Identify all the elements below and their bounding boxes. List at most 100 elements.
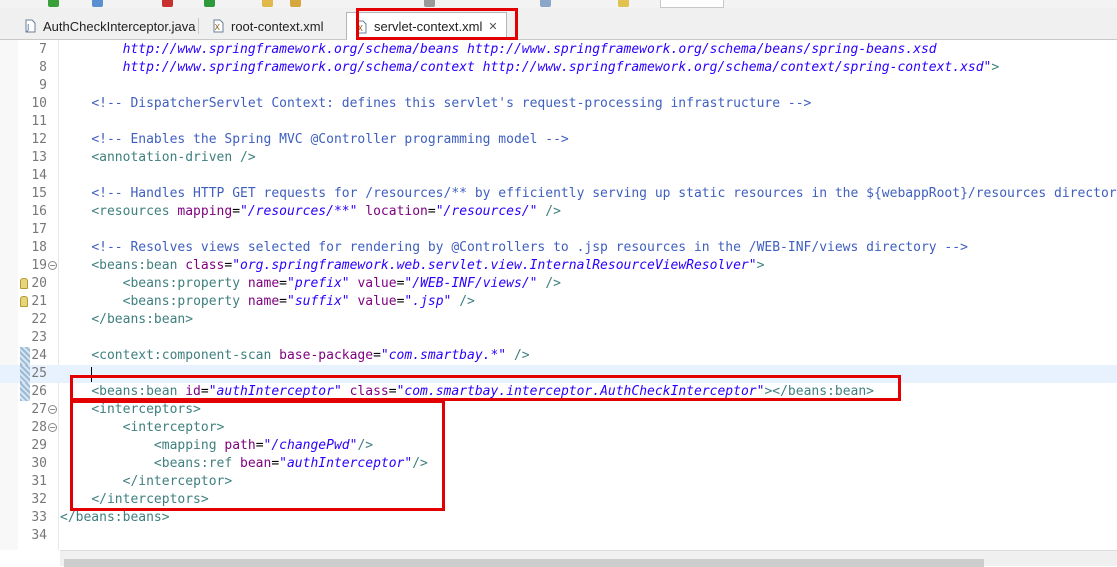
xml-attribute: name <box>247 294 280 309</box>
code-text: </interceptors> <box>60 491 208 509</box>
edit-icon[interactable] <box>618 0 629 7</box>
line-number: 34 <box>31 528 47 543</box>
code-text: <beans:property name="prefix" value="/WE… <box>60 275 561 293</box>
code-line[interactable]: 29 <mapping path="/changePwd"/> <box>0 437 1117 455</box>
toolbar-field[interactable] <box>660 0 724 8</box>
code-text: = <box>232 204 241 219</box>
code-text: = <box>255 438 264 453</box>
code-line[interactable]: 20 <beans:property name="prefix" value="… <box>0 275 1117 293</box>
fold-toggle-icon[interactable]: − <box>48 423 57 432</box>
line-number: 23 <box>31 330 47 345</box>
xml-tag: > <box>991 60 1000 75</box>
code-line[interactable]: 14 <box>0 167 1117 185</box>
code-text: <interceptor> <box>60 419 225 437</box>
xml-attribute: value <box>357 276 397 291</box>
folder-icon[interactable] <box>262 0 273 7</box>
xml-value: "/resources/**" <box>240 204 358 219</box>
xml-attribute: id <box>185 384 201 399</box>
xml-tag: > <box>756 258 765 273</box>
line-number: 16 <box>31 204 47 219</box>
code-line[interactable]: 34 <box>0 527 1117 545</box>
line-number: 31 <box>31 474 47 489</box>
fold-toggle-icon[interactable]: − <box>48 261 57 270</box>
svg-text:X: X <box>358 24 364 33</box>
xml-value: "com.smartbay.interceptor.AuthCheckInter… <box>396 384 765 399</box>
search-icon[interactable] <box>540 0 551 7</box>
code-line[interactable]: 7 http://www.springframework.org/schema/… <box>0 41 1117 59</box>
code-line[interactable]: 27− <interceptors> <box>0 401 1117 419</box>
code-text: <interceptors> <box>60 401 201 419</box>
code-line[interactable]: 32 </interceptors> <box>0 491 1117 509</box>
xml-tag: </interceptor> <box>122 474 233 489</box>
line-number: 26 <box>31 384 47 399</box>
xml-tag: <interceptor> <box>122 420 225 435</box>
code-line[interactable]: 13 <annotation-driven /> <box>0 149 1117 167</box>
code-text: = <box>388 384 397 399</box>
xml-value: "org.springframework.web.servlet.view.In… <box>232 258 757 273</box>
code-text: http://www.springframework.org/schema/co… <box>60 59 1000 77</box>
code-line[interactable]: 17 <box>0 221 1117 239</box>
open-icon[interactable] <box>290 0 301 7</box>
code-line[interactable]: 22 </beans:bean> <box>0 311 1117 329</box>
xml-attribute: base-package <box>279 348 374 363</box>
code-line[interactable]: 10 <!-- DispatcherServlet Context: defin… <box>0 95 1117 113</box>
code-line[interactable]: 24 <context:component-scan base-package=… <box>0 347 1117 365</box>
xml-editor[interactable]: 7 http://www.springframework.org/schema/… <box>0 40 1117 550</box>
code-line[interactable]: 18 <!-- Resolves views selected for rend… <box>0 239 1117 257</box>
xml-attribute: bean <box>240 456 272 471</box>
xml-tag: <interceptors> <box>91 402 201 417</box>
tab-auth-check-interceptor-java[interactable]: J AuthCheckInterceptor.java <box>16 12 203 40</box>
line-number: 11 <box>31 114 47 129</box>
code-line[interactable]: 23 <box>0 329 1117 347</box>
debug-icon[interactable] <box>92 0 103 7</box>
xml-value: ".jsp" <box>404 294 452 309</box>
xml-comment: <!-- Enables the Spring MVC @Controller … <box>91 132 569 147</box>
run-config-icon[interactable] <box>204 0 215 7</box>
tab-servlet-context-xml[interactable]: X servlet-context.xml ✕ <box>346 12 507 40</box>
tab-root-context-xml[interactable]: X root-context.xml <box>204 12 331 40</box>
code-line[interactable]: 33 </beans:beans> <box>0 509 1117 527</box>
svg-text:X: X <box>215 23 221 32</box>
line-number: 9 <box>39 78 47 93</box>
code-line[interactable]: 26 <beans:bean id="authInterceptor" clas… <box>0 383 1117 401</box>
horizontal-scrollbar[interactable] <box>60 550 1117 567</box>
code-line[interactable]: 16 <resources mapping="/resources/**" lo… <box>0 203 1117 221</box>
xml-tag: <annotation-driven /> <box>91 150 256 165</box>
close-icon[interactable]: ✕ <box>488 20 497 33</box>
code-line[interactable]: 25 <box>0 365 1117 383</box>
code-line[interactable]: 31 </interceptor> <box>0 473 1117 491</box>
code-line[interactable]: 28− <interceptor> <box>0 419 1117 437</box>
code-line[interactable]: 19− <beans:bean class="org.springframewo… <box>0 257 1117 275</box>
tool-icon[interactable] <box>424 0 435 7</box>
code-line[interactable]: 12 <!-- Enables the Spring MVC @Controll… <box>0 131 1117 149</box>
code-line[interactable]: 30 <beans:ref bean="authInterceptor"/> <box>0 455 1117 473</box>
xml-tag: /> <box>459 294 475 309</box>
xml-tag: <resources <box>91 204 178 219</box>
xml-tag: ></beans:bean> <box>764 384 875 399</box>
save-icon[interactable] <box>162 0 173 7</box>
fold-toggle-icon[interactable]: − <box>48 405 57 414</box>
xml-comment: <!-- Resolves views selected for renderi… <box>91 240 968 255</box>
line-number: 29 <box>31 438 47 453</box>
line-number: 7 <box>39 42 47 57</box>
line-number: 27 <box>31 402 47 417</box>
code-line[interactable]: 21 <beans:property name="suffix" value="… <box>0 293 1117 311</box>
code-line[interactable]: 8 http://www.springframework.org/schema/… <box>0 59 1117 77</box>
code-line[interactable]: 15 <!-- Handles HTTP GET requests for /r… <box>0 185 1117 203</box>
xml-value: "prefix" <box>287 276 350 291</box>
run-icon[interactable] <box>48 0 59 7</box>
code-line[interactable]: 11 <box>0 113 1117 131</box>
code-line[interactable]: 9 <box>0 77 1117 95</box>
xml-tag: <mapping <box>153 438 225 453</box>
